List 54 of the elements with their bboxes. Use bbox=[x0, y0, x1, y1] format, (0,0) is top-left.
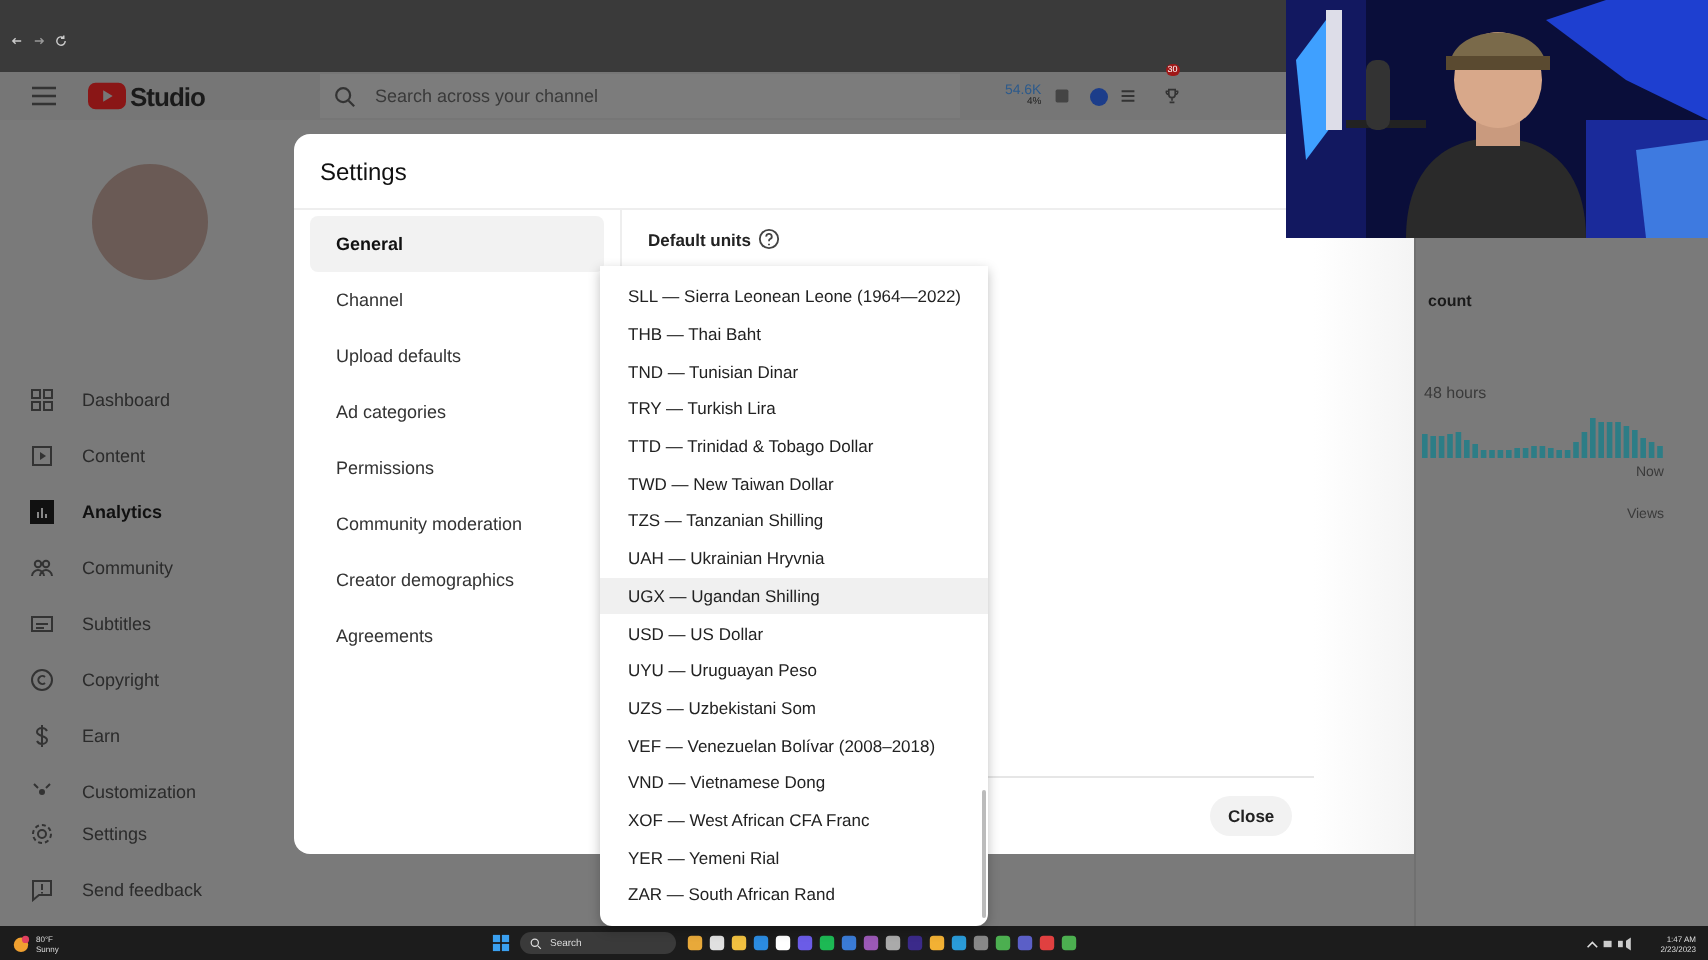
currency-option[interactable]: USD — US Dollar bbox=[600, 614, 988, 652]
section-label: Default units bbox=[648, 229, 751, 249]
scrollbar[interactable] bbox=[982, 790, 986, 918]
currency-option[interactable]: TND — Tunisian Dinar bbox=[600, 352, 988, 391]
help-icon[interactable] bbox=[758, 228, 781, 250]
settings-tab[interactable]: General bbox=[310, 216, 604, 272]
subtitles-icon bbox=[30, 612, 54, 636]
currency-option[interactable]: UGX — Ugandan Shilling bbox=[600, 577, 988, 615]
content-icon bbox=[30, 444, 54, 468]
play-logo-icon bbox=[88, 82, 126, 110]
currency-option[interactable]: THB — Thai Baht bbox=[600, 315, 988, 353]
panel-heading: count bbox=[1428, 292, 1474, 310]
analytics-icon bbox=[30, 500, 54, 524]
community-icon bbox=[30, 556, 54, 580]
currency-option[interactable]: TWD — New Taiwan Dollar bbox=[600, 464, 988, 503]
reload-icon[interactable] bbox=[54, 34, 68, 48]
currency-option[interactable]: UAH — Ukrainian Hryvnia bbox=[600, 539, 988, 577]
feedback-icon bbox=[30, 878, 54, 902]
back-icon[interactable] bbox=[10, 34, 24, 48]
settings-tab[interactable]: Agreements bbox=[310, 608, 604, 664]
currency-option[interactable]: XOF — West African CFA Franc bbox=[600, 801, 988, 839]
currency-option[interactable]: UZS — Uzbekistani Som bbox=[600, 689, 988, 727]
settings-tab[interactable]: Community moderation bbox=[310, 496, 604, 552]
search-icon bbox=[334, 86, 357, 108]
settings-tab[interactable]: Ad categories bbox=[310, 384, 604, 440]
search-field[interactable]: Search across your channel bbox=[320, 74, 961, 118]
currency-option[interactable]: VND — Vietnamese Dong bbox=[600, 763, 988, 802]
settings-tab[interactable]: Upload defaults bbox=[310, 328, 604, 384]
currency-option[interactable]: YER — Yemeni Rial bbox=[600, 838, 988, 876]
dashboard-icon bbox=[30, 388, 54, 412]
currency-option[interactable]: TRY — Turkish Lira bbox=[600, 390, 988, 428]
currency-option[interactable]: VEF — Venezuelan Bolívar (2008–2018) bbox=[600, 726, 988, 764]
list-icon[interactable] bbox=[1119, 88, 1136, 104]
forward-icon[interactable] bbox=[32, 34, 46, 48]
currency-option[interactable]: SLL — Sierra Leonean Leone (1964—2022) bbox=[600, 278, 988, 316]
close-button[interactable]: Close bbox=[1210, 796, 1293, 836]
settings-tab[interactable]: Creator demographics bbox=[310, 552, 604, 608]
earn-icon bbox=[30, 724, 54, 748]
logo-text: Studio bbox=[130, 81, 205, 111]
weather-icon[interactable] bbox=[12, 934, 30, 952]
currency-option[interactable]: UYU — Uruguayan Peso bbox=[600, 651, 988, 690]
currency-option[interactable]: TTD — Trinidad & Tobago Dollar bbox=[600, 427, 988, 465]
search-icon bbox=[530, 937, 542, 949]
period-label: 48 hours bbox=[1424, 384, 1489, 402]
currency-option[interactable]: TZS — Tanzanian Shilling bbox=[600, 502, 988, 540]
settings-icon bbox=[30, 822, 54, 846]
menu-icon[interactable] bbox=[32, 86, 56, 106]
currency-option[interactable]: ZAR — South African Rand bbox=[600, 876, 988, 914]
settings-tab[interactable]: Permissions bbox=[310, 440, 604, 496]
settings-tab[interactable]: Channel bbox=[310, 272, 604, 328]
start-icon[interactable] bbox=[492, 934, 510, 952]
copyright-icon bbox=[30, 668, 54, 692]
sidebar-item[interactable]: Analytics bbox=[0, 484, 292, 540]
trophy-icon[interactable] bbox=[1163, 88, 1180, 104]
